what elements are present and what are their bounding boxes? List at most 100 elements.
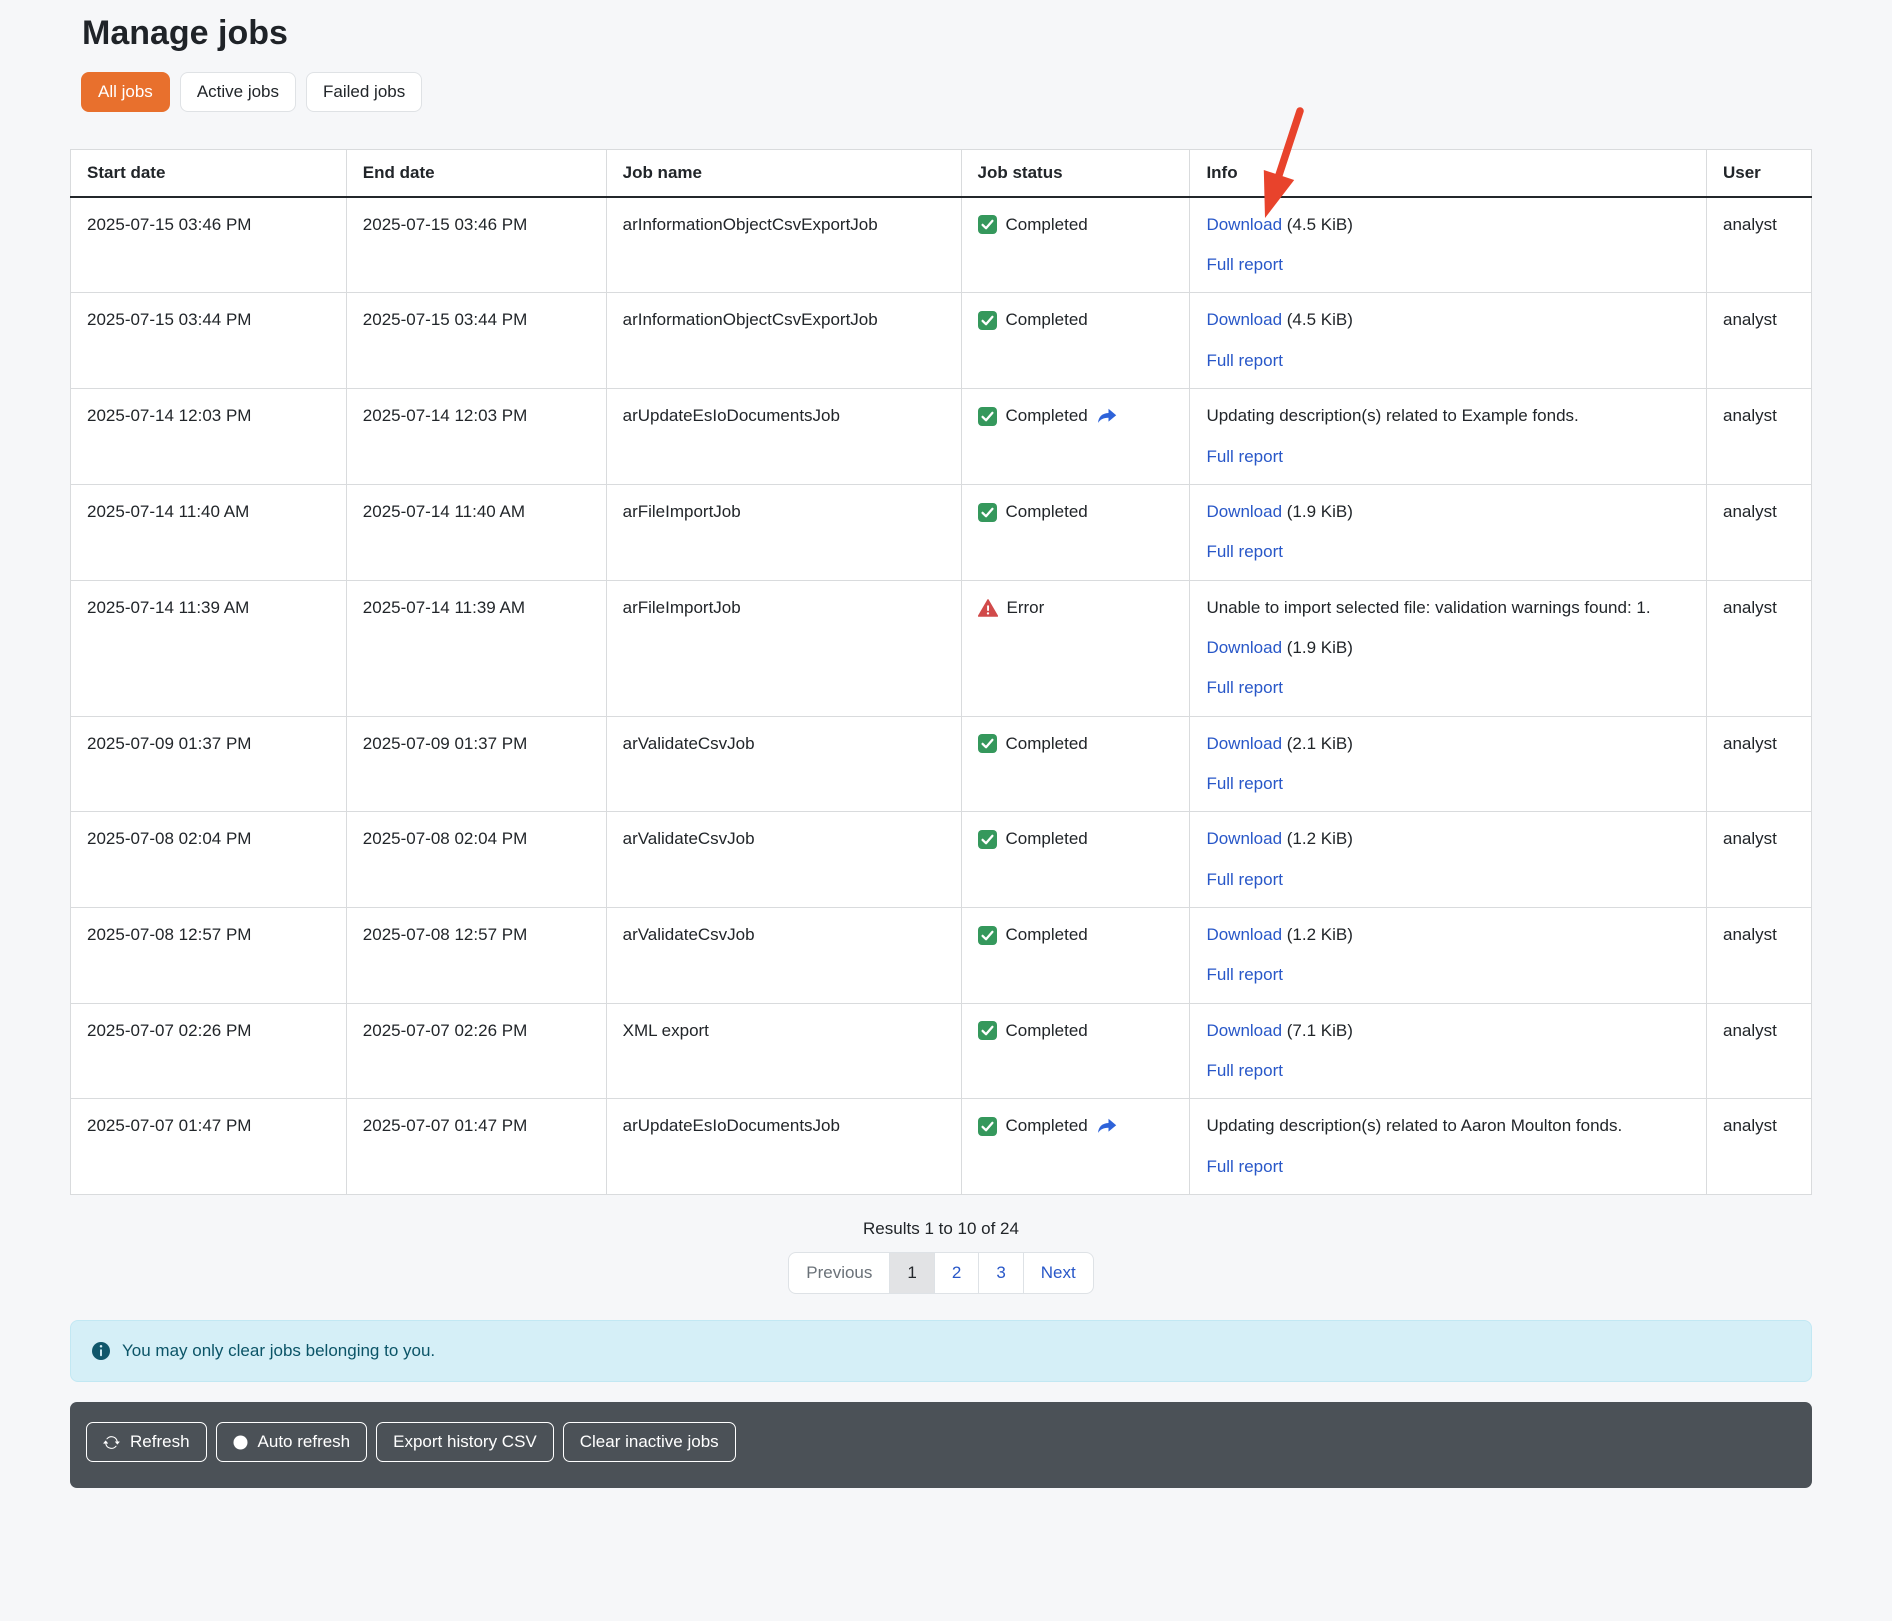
info-note: Updating description(s) related to Examp… xyxy=(1206,403,1690,429)
download-line: Download (2.1 KiB) xyxy=(1206,731,1690,757)
download-link[interactable]: Download xyxy=(1206,215,1282,234)
job-status-cell: Error xyxy=(961,580,1190,716)
export-history-csv-label: Export history CSV xyxy=(393,1432,537,1452)
table-row: 2025-07-15 03:44 PM 2025-07-15 03:44 PM … xyxy=(71,293,1812,389)
pagination-page-1[interactable]: 1 xyxy=(889,1252,934,1294)
download-link[interactable]: Download xyxy=(1206,925,1282,944)
table-row: 2025-07-14 12:03 PM 2025-07-14 12:03 PM … xyxy=(71,389,1812,485)
download-link[interactable]: Download xyxy=(1206,1021,1282,1040)
status-label: Completed xyxy=(1006,922,1088,948)
end-date-cell: 2025-07-14 12:03 PM xyxy=(346,389,606,485)
column-job-name: Job name xyxy=(606,149,961,197)
status-label: Completed xyxy=(1006,499,1088,525)
user-cell: analyst xyxy=(1706,907,1811,1003)
column-user: User xyxy=(1706,149,1811,197)
info-cell: Updating description(s) related to Aaron… xyxy=(1190,1099,1707,1195)
full-report-link[interactable]: Full report xyxy=(1206,255,1283,274)
check-icon xyxy=(978,311,997,330)
job-status-cell: Completed xyxy=(961,484,1190,580)
file-size: (4.5 KiB) xyxy=(1282,310,1353,329)
download-line: Download (1.2 KiB) xyxy=(1206,826,1690,852)
export-history-csv-button[interactable]: Export history CSV xyxy=(376,1422,554,1462)
job-status-cell: Completed xyxy=(961,716,1190,812)
table-row: 2025-07-14 11:39 AM 2025-07-14 11:39 AM … xyxy=(71,580,1812,716)
start-date-cell: 2025-07-15 03:46 PM xyxy=(71,197,347,293)
page-title: Manage jobs xyxy=(82,0,1812,53)
job-status-cell: Completed xyxy=(961,812,1190,908)
status-label: Completed xyxy=(1006,403,1088,429)
clear-inactive-jobs-button[interactable]: Clear inactive jobs xyxy=(563,1422,736,1462)
full-report-link[interactable]: Full report xyxy=(1206,678,1283,697)
info-cell: Unable to import selected file: validati… xyxy=(1190,580,1707,716)
share-arrow-icon xyxy=(1097,1118,1117,1135)
info-cell: Download (7.1 KiB) Full report xyxy=(1190,1003,1707,1099)
status-label: Completed xyxy=(1006,212,1088,238)
download-line: Download (7.1 KiB) xyxy=(1206,1018,1690,1044)
download-link[interactable]: Download xyxy=(1206,502,1282,521)
full-report-link[interactable]: Full report xyxy=(1206,351,1283,370)
full-report-link[interactable]: Full report xyxy=(1206,774,1283,793)
filter-active-jobs[interactable]: Active jobs xyxy=(180,72,296,112)
job-name-cell: arValidateCsvJob xyxy=(606,907,961,1003)
pagination-next[interactable]: Next xyxy=(1023,1252,1094,1294)
check-icon xyxy=(978,1117,997,1136)
end-date-cell: 2025-07-08 12:57 PM xyxy=(346,907,606,1003)
results-summary: Results 1 to 10 of 24 xyxy=(70,1219,1812,1239)
info-cell: Download (1.2 KiB) Full report xyxy=(1190,812,1707,908)
pagination-page-2[interactable]: 2 xyxy=(934,1252,979,1294)
end-date-cell: 2025-07-09 01:37 PM xyxy=(346,716,606,812)
job-name-cell: XML export xyxy=(606,1003,961,1099)
user-cell: analyst xyxy=(1706,484,1811,580)
start-date-cell: 2025-07-14 11:39 AM xyxy=(71,580,347,716)
full-report-link[interactable]: Full report xyxy=(1206,965,1283,984)
start-date-cell: 2025-07-07 01:47 PM xyxy=(71,1099,347,1195)
job-name-cell: arInformationObjectCsvExportJob xyxy=(606,293,961,389)
manage-jobs-page: Manage jobs All jobs Active jobs Failed … xyxy=(70,0,1812,1498)
auto-refresh-button[interactable]: Auto refresh xyxy=(216,1422,368,1462)
job-status-cell: Completed xyxy=(961,907,1190,1003)
table-row: 2025-07-07 01:47 PM 2025-07-07 01:47 PM … xyxy=(71,1099,1812,1195)
user-cell: analyst xyxy=(1706,716,1811,812)
download-line: Download (1.2 KiB) xyxy=(1206,922,1690,948)
end-date-cell: 2025-07-15 03:44 PM xyxy=(346,293,606,389)
refresh-button[interactable]: Refresh xyxy=(86,1422,207,1462)
file-size: (7.1 KiB) xyxy=(1282,1021,1353,1040)
check-icon xyxy=(978,926,997,945)
filter-all-jobs[interactable]: All jobs xyxy=(81,72,170,112)
download-line: Download (1.9 KiB) xyxy=(1206,499,1690,525)
full-report-link[interactable]: Full report xyxy=(1206,447,1283,466)
info-cell: Download (4.5 KiB) Full report xyxy=(1190,293,1707,389)
full-report-link[interactable]: Full report xyxy=(1206,1157,1283,1176)
table-header-row: Start date End date Job name Job status … xyxy=(71,149,1812,197)
end-date-cell: 2025-07-15 03:46 PM xyxy=(346,197,606,293)
column-info: Info xyxy=(1190,149,1707,197)
start-date-cell: 2025-07-08 02:04 PM xyxy=(71,812,347,908)
info-note: Updating description(s) related to Aaron… xyxy=(1206,1113,1690,1139)
status-label: Completed xyxy=(1006,826,1088,852)
download-link[interactable]: Download xyxy=(1206,829,1282,848)
full-report-link[interactable]: Full report xyxy=(1206,1061,1283,1080)
filter-failed-jobs[interactable]: Failed jobs xyxy=(306,72,422,112)
start-date-cell: 2025-07-14 11:40 AM xyxy=(71,484,347,580)
download-link[interactable]: Download xyxy=(1206,310,1282,329)
job-filters: All jobs Active jobs Failed jobs xyxy=(81,72,1812,112)
table-row: 2025-07-08 02:04 PM 2025-07-08 02:04 PM … xyxy=(71,812,1812,908)
download-link[interactable]: Download xyxy=(1206,734,1282,753)
jobs-table: Start date End date Job name Job status … xyxy=(70,149,1812,1195)
download-line: Download (4.5 KiB) xyxy=(1206,212,1690,238)
end-date-cell: 2025-07-14 11:39 AM xyxy=(346,580,606,716)
table-row: 2025-07-14 11:40 AM 2025-07-14 11:40 AM … xyxy=(71,484,1812,580)
pagination-previous[interactable]: Previous xyxy=(788,1252,890,1294)
full-report-link[interactable]: Full report xyxy=(1206,870,1283,889)
job-name-cell: arFileImportJob xyxy=(606,580,961,716)
info-cell: Download (2.1 KiB) Full report xyxy=(1190,716,1707,812)
auto-refresh-label: Auto refresh xyxy=(258,1432,351,1452)
column-end-date: End date xyxy=(346,149,606,197)
pagination-page-3[interactable]: 3 xyxy=(978,1252,1023,1294)
start-date-cell: 2025-07-09 01:37 PM xyxy=(71,716,347,812)
full-report-link[interactable]: Full report xyxy=(1206,542,1283,561)
actions-bar: Refresh Auto refresh Export history CSV … xyxy=(70,1402,1812,1488)
warning-triangle-icon xyxy=(978,599,998,617)
download-link[interactable]: Download xyxy=(1206,638,1282,657)
clear-inactive-jobs-label: Clear inactive jobs xyxy=(580,1432,719,1452)
